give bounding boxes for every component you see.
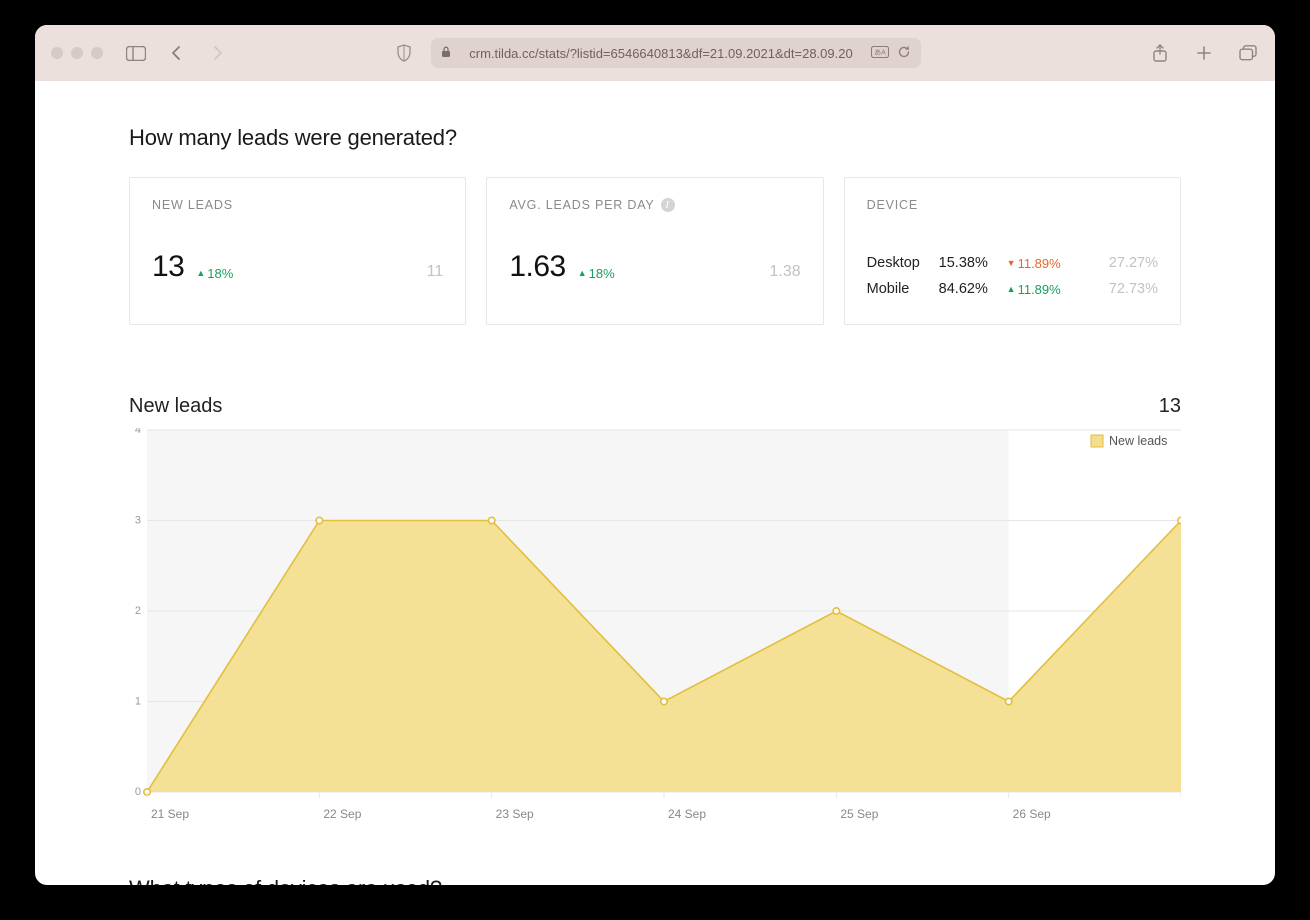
new-tab-icon[interactable] [1193,44,1215,62]
new-leads-value: 13 [152,250,184,284]
card-avg-leads-title: AVG. LEADS PER DAY [509,198,654,212]
svg-text:26 Sep: 26 Sep [1013,807,1051,821]
triangle-down-icon: ▼ [1007,258,1016,268]
sidebar-toggle-icon[interactable] [125,44,147,62]
device-mobile-delta: ▲ 11.89% [1007,282,1061,297]
svg-text:New leads: New leads [1109,434,1167,448]
chart-total: 13 [1159,395,1181,418]
leads-chart: 0 1 2 3 4 21 Sep 22 Sep 23 Sep 24 Sep 25 Sep 26 Se… [129,428,1181,838]
card-device: DEVICE Desktop 15.38% ▼ 11.89% 27.27% Mo… [844,177,1181,325]
reader-icon[interactable]: あA [871,46,889,61]
card-device-title: DEVICE [867,198,1158,212]
svg-text:1: 1 [135,696,141,708]
svg-text:25 Sep: 25 Sep [840,807,878,821]
svg-text:23 Sep: 23 Sep [496,807,534,821]
chart-header: New leads 13 [129,395,1181,418]
new-leads-delta: ▲ 18% [196,266,233,281]
triangle-up-icon: ▲ [578,268,587,278]
svg-text:あA: あA [874,48,886,56]
card-new-leads-title: NEW LEADS [152,198,443,212]
reload-icon[interactable] [897,45,911,62]
traffic-lights[interactable] [51,47,103,59]
titlebar: crm.tilda.cc/stats/?listid=6546640813&df… [35,25,1275,81]
lock-icon [441,46,451,61]
device-desktop-delta: ▼ 11.89% [1007,256,1061,271]
stat-cards: NEW LEADS 13 ▲ 18% 11 AVG. LEADS PER DAY… [129,177,1181,325]
device-row-mobile: Mobile 84.62% ▲ 11.89% 72.73% [867,276,1158,302]
triangle-up-icon: ▲ [196,268,205,278]
info-icon[interactable]: i [661,198,675,212]
section-leads-title: How many leads were generated? [129,125,1181,151]
close-dot[interactable] [51,47,63,59]
back-button[interactable] [165,44,187,62]
avg-leads-value: 1.63 [509,250,565,284]
section-devices-title: What types of devices are used? [129,876,1181,885]
zoom-dot[interactable] [91,47,103,59]
minimize-dot[interactable] [71,47,83,59]
svg-text:21 Sep: 21 Sep [151,807,189,821]
device-row-desktop: Desktop 15.38% ▼ 11.89% 27.27% [867,250,1158,276]
avg-leads-delta: ▲ 18% [578,266,615,281]
svg-text:2: 2 [135,605,141,617]
url-text: crm.tilda.cc/stats/?listid=6546640813&df… [459,46,863,61]
tabs-icon[interactable] [1237,44,1259,62]
card-avg-leads: AVG. LEADS PER DAY i 1.63 ▲ 18% 1.38 [486,177,823,325]
svg-text:4: 4 [135,428,141,436]
shield-icon[interactable] [393,44,415,62]
chart-title: New leads [129,395,222,418]
svg-text:3: 3 [135,515,141,527]
card-new-leads: NEW LEADS 13 ▲ 18% 11 [129,177,466,325]
url-bar[interactable]: crm.tilda.cc/stats/?listid=6546640813&df… [431,38,921,68]
page-content: How many leads were generated? NEW LEADS… [35,81,1275,885]
browser-window: crm.tilda.cc/stats/?listid=6546640813&df… [35,25,1275,885]
new-leads-prev: 11 [427,263,444,281]
avg-leads-prev: 1.38 [770,263,801,281]
svg-text:24 Sep: 24 Sep [668,807,706,821]
forward-button[interactable] [207,44,229,62]
svg-text:0: 0 [135,786,141,798]
triangle-up-icon: ▲ [1007,284,1016,294]
share-icon[interactable] [1149,44,1171,62]
svg-text:22 Sep: 22 Sep [323,807,361,821]
